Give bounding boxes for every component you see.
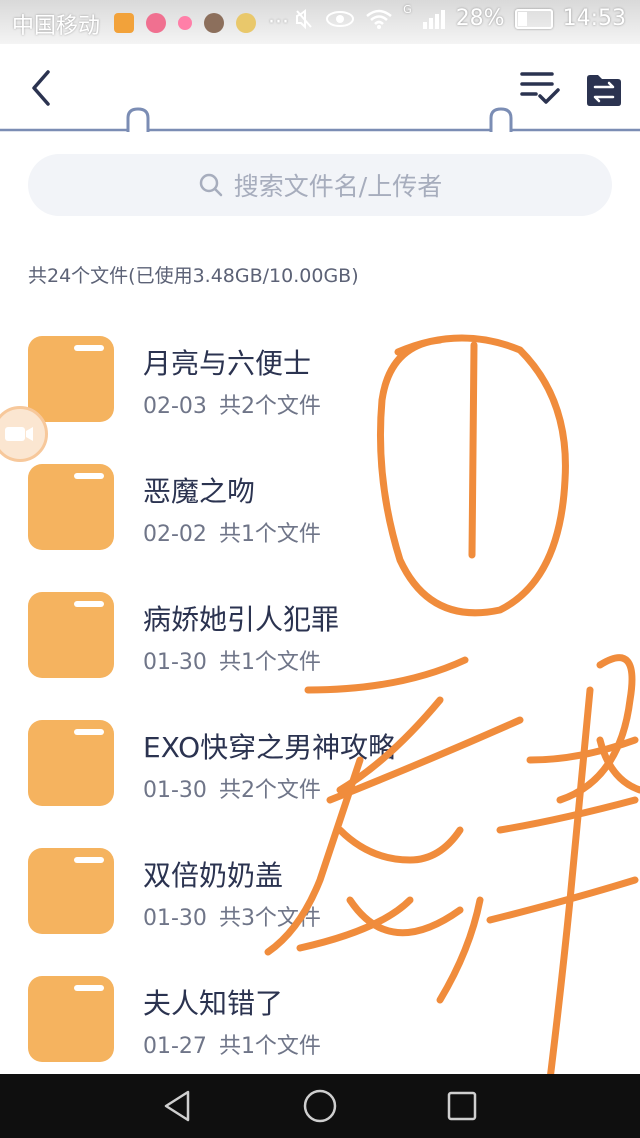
notification-icons: ··· — [114, 10, 289, 35]
signal-icon — [422, 9, 445, 29]
search-input[interactable]: 搜索文件名/上传者 — [28, 154, 612, 216]
binding-ring-left — [126, 107, 150, 132]
file-name: 夫人知错了 — [143, 987, 284, 1020]
header — [0, 44, 640, 134]
file-count: 共1个文件 — [218, 650, 321, 675]
file-meta: 01-30 共3个文件 — [143, 900, 321, 932]
file-meta: 02-03 共2个文件 — [143, 388, 321, 420]
file-name: 双倍奶奶盖 — [143, 859, 284, 892]
status-bar: 中国移动 ··· G 28% 14:53 — [0, 0, 640, 44]
file-date: 01-27 — [143, 1034, 207, 1059]
list-item[interactable]: 月亮与六便士 02-03 共2个文件 — [0, 328, 640, 448]
list-item[interactable]: 病娇她引人犯罪 01-30 共1个文件 — [0, 584, 640, 704]
file-name: 病娇她引人犯罪 — [143, 603, 340, 636]
video-camera-icon — [5, 427, 33, 441]
file-meta: 02-02 共1个文件 — [143, 516, 321, 548]
file-count: 共1个文件 — [218, 522, 321, 547]
mute-icon — [296, 8, 312, 29]
search-placeholder: 搜索文件名/上传者 — [233, 172, 443, 201]
file-count: 共2个文件 — [218, 394, 321, 419]
transfer-icon — [587, 75, 621, 106]
list-item[interactable]: 恶魔之吻 02-02 共1个文件 — [0, 456, 640, 576]
file-name: EXO快穿之男神攻略 — [143, 731, 397, 764]
app-notification-icon — [146, 12, 166, 33]
folder-icon — [28, 976, 114, 1062]
back-button[interactable] — [22, 66, 62, 110]
list-item[interactable]: EXO快穿之男神攻略 01-30 共2个文件 — [0, 712, 640, 832]
header-divider — [0, 128, 640, 132]
file-date: 01-30 — [143, 906, 207, 931]
nav-home-button[interactable] — [300, 1086, 340, 1126]
app-notification-icon — [114, 12, 134, 33]
search-icon — [199, 173, 223, 197]
transfer-button[interactable] — [584, 70, 624, 110]
heart-icon — [178, 15, 192, 30]
avatar-notification-icon — [204, 12, 224, 33]
app-notification-icon — [236, 12, 256, 33]
file-name: 恶魔之吻 — [143, 475, 256, 508]
file-meta: 01-27 共1个文件 — [143, 1028, 321, 1060]
folder-icon — [28, 464, 114, 550]
system-nav-bar — [0, 1074, 640, 1138]
clock: 14:53 — [562, 6, 626, 31]
list-item[interactable]: 夫人知错了 01-27 共1个文件 — [0, 968, 640, 1088]
file-date: 02-02 — [143, 522, 207, 547]
list-item[interactable]: 双倍奶奶盖 01-30 共3个文件 — [0, 840, 640, 960]
triangle-back-icon — [164, 1090, 190, 1122]
file-name: 月亮与六便士 — [143, 347, 312, 380]
file-meta: 01-30 共2个文件 — [143, 772, 321, 804]
folder-icon — [28, 720, 114, 806]
file-meta: 01-30 共1个文件 — [143, 644, 321, 676]
circle-home-icon — [303, 1089, 337, 1123]
folder-icon — [28, 848, 114, 934]
sort-check-icon — [520, 72, 560, 104]
nav-recent-button[interactable] — [442, 1086, 482, 1126]
square-recent-icon — [447, 1091, 477, 1121]
folder-icon — [28, 592, 114, 678]
more-notifications: ··· — [268, 10, 289, 35]
carrier-label: 中国移动 — [12, 14, 101, 39]
system-icons: G 28% 14:53 — [293, 3, 626, 31]
screen-recorder-bubble[interactable] — [0, 406, 48, 462]
file-count: 共1个文件 — [218, 1034, 321, 1059]
wifi-icon — [366, 9, 392, 29]
network-type: G — [403, 3, 412, 16]
battery-icon — [514, 8, 553, 29]
eye-icon — [326, 10, 355, 27]
battery-percent: 28% — [455, 6, 505, 31]
file-date: 01-30 — [143, 778, 207, 803]
sort-button[interactable] — [518, 68, 562, 108]
file-date: 02-03 — [143, 394, 207, 419]
chevron-left-icon — [32, 70, 50, 106]
binding-ring-right — [489, 107, 513, 132]
file-date: 01-30 — [143, 650, 207, 675]
file-count: 共3个文件 — [218, 906, 321, 931]
file-count: 共2个文件 — [218, 778, 321, 803]
storage-summary: 共24个文件(已使用3.48GB/10.00GB) — [28, 265, 359, 287]
nav-back-button[interactable] — [158, 1086, 198, 1126]
